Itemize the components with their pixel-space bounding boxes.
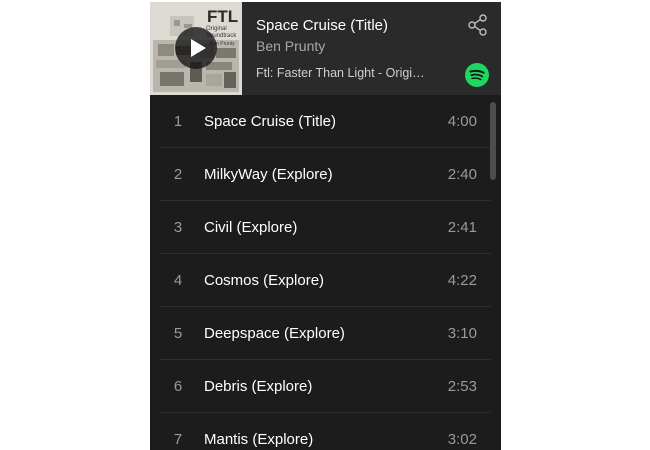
- track-number: 4: [173, 272, 183, 289]
- now-playing-artist[interactable]: Ben Prunty: [256, 38, 325, 54]
- track-number: 1: [173, 113, 183, 130]
- track-row[interactable]: 3 Civil (Explore) 2:41: [150, 201, 501, 254]
- track-duration: 3:10: [447, 325, 477, 342]
- track-list: 1 Space Cruise (Title) 4:00 2 MilkyWay (…: [150, 95, 501, 450]
- track-duration: 3:02: [447, 431, 477, 448]
- spotify-icon[interactable]: [465, 63, 489, 87]
- cover-logo-text: FTL: [207, 7, 238, 26]
- track-duration: 2:41: [447, 219, 477, 236]
- play-icon: [191, 39, 206, 57]
- track-duration: 2:40: [447, 166, 477, 183]
- scrollbar-thumb[interactable]: [490, 102, 496, 180]
- track-row[interactable]: 1 Space Cruise (Title) 4:00: [150, 95, 501, 148]
- now-playing-title[interactable]: Space Cruise (Title): [256, 17, 388, 34]
- spotify-embed-player: FTL Original Soundtrack Ben Prunty Space…: [150, 2, 501, 450]
- track-duration: 4:22: [447, 272, 477, 289]
- track-name[interactable]: Deepspace (Explore): [204, 307, 345, 360]
- track-duration: 2:53: [447, 378, 477, 395]
- track-number: 2: [173, 166, 183, 183]
- track-name[interactable]: Cosmos (Explore): [204, 254, 324, 307]
- album-cover[interactable]: FTL Original Soundtrack Ben Prunty: [150, 2, 242, 95]
- track-number: 3: [173, 219, 183, 236]
- track-name[interactable]: Debris (Explore): [204, 360, 312, 413]
- track-number: 7: [173, 431, 183, 448]
- track-name[interactable]: Space Cruise (Title): [204, 95, 336, 148]
- track-number: 6: [173, 378, 183, 395]
- now-playing-header: FTL Original Soundtrack Ben Prunty Space…: [150, 2, 501, 95]
- track-number: 5: [173, 325, 183, 342]
- track-name[interactable]: MilkyWay (Explore): [204, 148, 333, 201]
- now-playing-album[interactable]: Ftl: Faster Than Light - Original Soundt…: [256, 66, 431, 80]
- track-row[interactable]: 7 Mantis (Explore) 3:02: [150, 413, 501, 450]
- share-icon[interactable]: [468, 14, 488, 36]
- play-button[interactable]: [175, 27, 217, 69]
- track-row[interactable]: 5 Deepspace (Explore) 3:10: [150, 307, 501, 360]
- track-row[interactable]: 4 Cosmos (Explore) 4:22: [150, 254, 501, 307]
- track-row[interactable]: 6 Debris (Explore) 2:53: [150, 360, 501, 413]
- track-name[interactable]: Civil (Explore): [204, 201, 297, 254]
- track-duration: 4:00: [447, 113, 477, 130]
- track-name[interactable]: Mantis (Explore): [204, 413, 313, 450]
- track-row[interactable]: 2 MilkyWay (Explore) 2:40: [150, 148, 501, 201]
